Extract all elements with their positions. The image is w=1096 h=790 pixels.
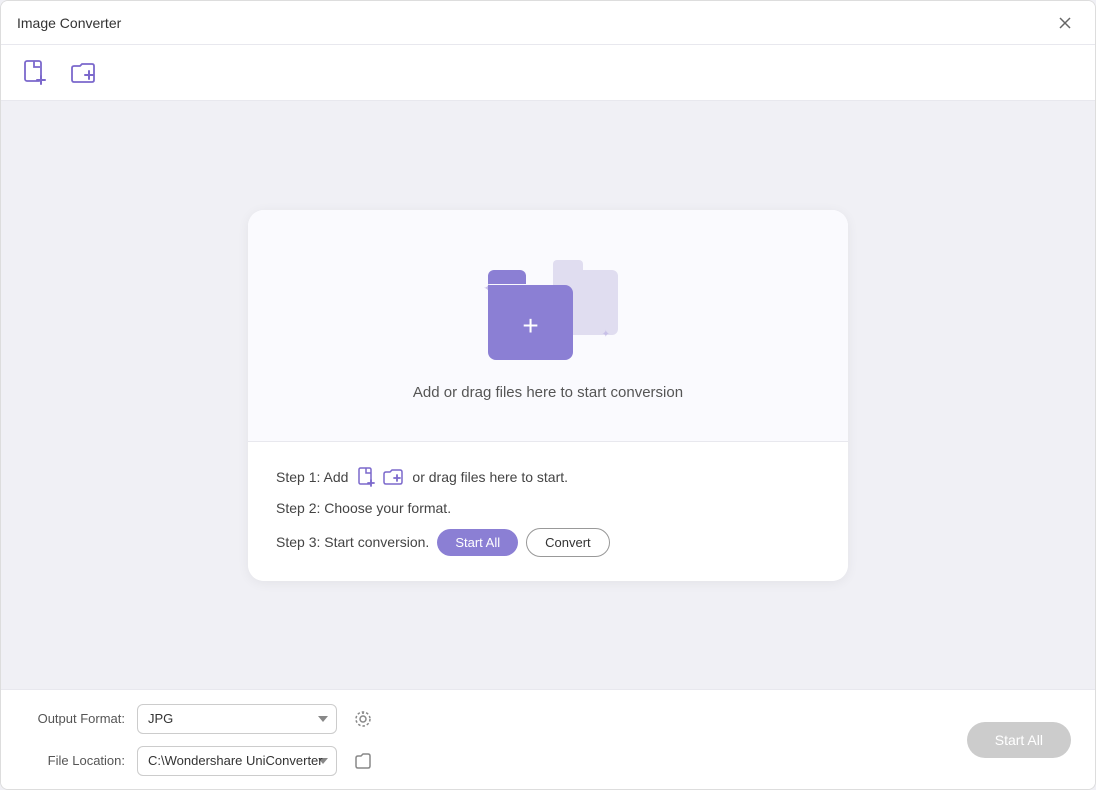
drop-zone-card: ✦ + ✦ Add or bbox=[248, 210, 848, 581]
toolbar bbox=[1, 45, 1095, 101]
bottom-fields: Output Format: JPG PNG BMP GIF TIFF WEBP bbox=[25, 704, 967, 776]
folder-icon-group: ✦ + ✦ bbox=[478, 250, 618, 360]
step1-prefix: Step 1: Add bbox=[276, 469, 348, 485]
close-icon bbox=[1059, 17, 1071, 29]
bottom-start-all-button[interactable]: Start All bbox=[967, 722, 1071, 758]
add-file-button[interactable] bbox=[17, 55, 53, 91]
file-location-select[interactable]: C:\Wondershare UniConverter 14\Ima... bbox=[137, 746, 337, 776]
output-format-row: Output Format: JPG PNG BMP GIF TIFF WEBP bbox=[25, 704, 967, 734]
app-window: Image Converter bbox=[0, 0, 1096, 790]
step-1: Step 1: Add bbox=[276, 466, 820, 488]
file-location-row: File Location: C:\Wondershare UniConvert… bbox=[25, 746, 967, 776]
step3-prefix: Step 3: Start conversion. bbox=[276, 534, 429, 550]
gear-icon bbox=[354, 710, 372, 728]
drop-area[interactable]: ✦ + ✦ Add or bbox=[248, 210, 848, 442]
close-button[interactable] bbox=[1051, 9, 1079, 37]
output-format-label: Output Format: bbox=[25, 711, 125, 726]
bottom-bar: Output Format: JPG PNG BMP GIF TIFF WEBP bbox=[1, 689, 1095, 789]
file-location-label: File Location: bbox=[25, 753, 125, 768]
title-bar: Image Converter bbox=[1, 1, 1095, 45]
add-folder-icon bbox=[68, 58, 98, 88]
add-folder-button[interactable] bbox=[65, 55, 101, 91]
add-file-icon bbox=[20, 58, 50, 88]
step1-suffix: or drag files here to start. bbox=[412, 469, 568, 485]
step1-icons bbox=[356, 466, 404, 488]
title-bar-left: Image Converter bbox=[17, 15, 121, 31]
step-3: Step 3: Start conversion. Start All Conv… bbox=[276, 528, 820, 557]
step2-text: Step 2: Choose your format. bbox=[276, 500, 451, 516]
window-title: Image Converter bbox=[17, 15, 121, 31]
instructions-section: Step 1: Add bbox=[248, 442, 848, 581]
format-settings-button[interactable] bbox=[349, 705, 377, 733]
convert-button[interactable]: Convert bbox=[526, 528, 610, 557]
open-folder-icon bbox=[354, 752, 372, 770]
main-content: ✦ + ✦ Add or bbox=[1, 101, 1095, 689]
step1-folder-icon bbox=[382, 466, 404, 488]
start-all-button[interactable]: Start All bbox=[437, 529, 518, 556]
step1-file-icon bbox=[356, 466, 378, 488]
sparkle-right-icon: ✦ bbox=[602, 329, 610, 340]
output-format-select[interactable]: JPG PNG BMP GIF TIFF WEBP bbox=[137, 704, 337, 734]
drop-instruction-text: Add or drag files here to start conversi… bbox=[413, 384, 683, 401]
browse-folder-button[interactable] bbox=[349, 747, 377, 775]
folder-plus-icon: + bbox=[522, 312, 538, 340]
folder-main: + bbox=[488, 270, 573, 360]
step-2: Step 2: Choose your format. bbox=[276, 500, 820, 516]
